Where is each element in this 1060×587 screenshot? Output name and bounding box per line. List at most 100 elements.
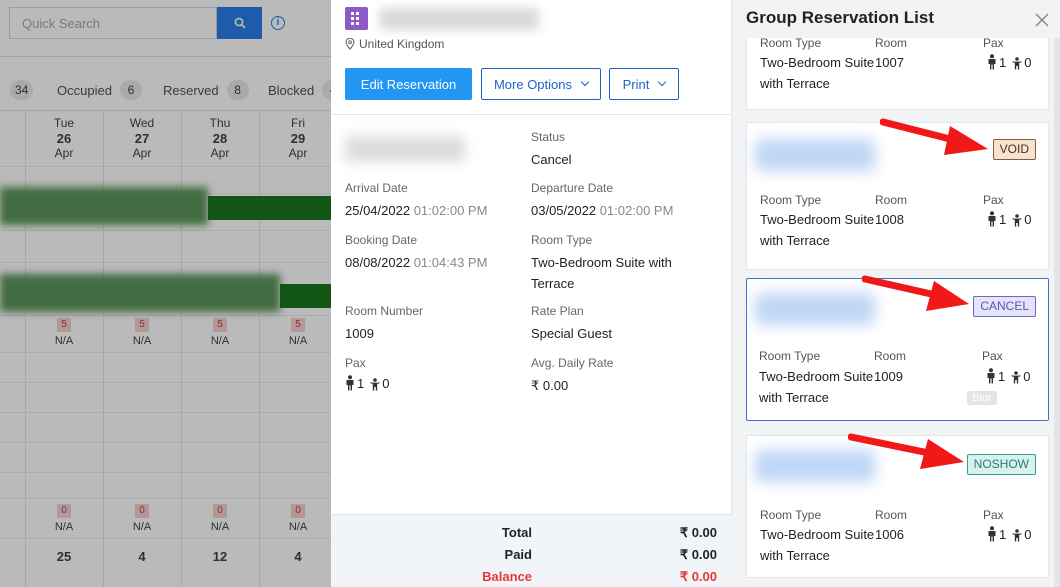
close-icon[interactable] <box>1035 13 1049 27</box>
adult-count: 1 <box>999 55 1007 70</box>
child-icon <box>1012 214 1022 227</box>
room-type-value: with Terrace <box>760 233 830 248</box>
child-icon <box>1011 371 1021 384</box>
booking-date: 08/08/2022 <box>345 255 411 270</box>
adult-icon <box>988 54 996 70</box>
total-label: Total <box>501 525 532 540</box>
room-type-label: Room Type <box>760 36 822 50</box>
chevron-down-icon <box>580 77 590 87</box>
child-count: 0 <box>1024 212 1032 227</box>
adult-count: 1 <box>999 527 1007 542</box>
adult-icon <box>987 368 995 384</box>
field-label: Booking Date <box>345 233 418 247</box>
child-icon <box>1012 57 1022 70</box>
child-count: 0 <box>382 376 390 391</box>
pax-row: 1 0 <box>987 526 1031 542</box>
child-count: 0 <box>1024 527 1032 542</box>
chevron-down-icon <box>658 77 667 87</box>
adult-icon <box>988 211 996 227</box>
edit-reservation-button[interactable]: Edit Reservation <box>345 68 472 100</box>
field-label: Avg. Daily Rate <box>531 356 614 370</box>
room-type-value: Terrace <box>531 276 575 291</box>
room-type-value: Two-Bedroom Suite <box>759 369 874 384</box>
more-options-button[interactable]: More Options <box>481 68 601 100</box>
print-button[interactable]: Print <box>609 68 679 100</box>
room-type-label: Room Type <box>760 508 822 522</box>
group-reservation-panel: Group Reservation List Room Type Room Pa… <box>732 0 1060 587</box>
room-type-value: with Terrace <box>760 548 830 563</box>
rate-plan-field: Rate Plan Special Guest <box>531 304 612 344</box>
departure-date: 03/05/2022 <box>531 203 597 218</box>
scrollbar[interactable] <box>1054 38 1060 587</box>
child-count: 0 <box>1024 55 1032 70</box>
room-type-value: Two-Bedroom Suite <box>760 212 875 227</box>
more-options-label: More Options <box>493 76 573 92</box>
room-number-field: Room Number 1009 <box>345 304 423 344</box>
location-text: United Kingdom <box>359 37 445 51</box>
group-reservation-card[interactable]: Room Type Room Pax Two-Bedroom Suite wit… <box>746 36 1049 110</box>
location-pin-icon <box>345 38 355 50</box>
room-label: Room <box>875 193 908 207</box>
total-value: ₹ 0.00 <box>679 525 717 540</box>
pax-label: Pax <box>983 36 1004 50</box>
status-field: Status Cancel <box>531 130 571 170</box>
red-arrow-annotation <box>862 275 969 311</box>
modal-overlay[interactable] <box>0 0 331 587</box>
field-label: Room Number <box>345 304 424 318</box>
blur-tag: Blur <box>967 391 997 405</box>
arrival-time: 01:02:00 PM <box>413 203 488 218</box>
panel-title: Group Reservation List <box>746 8 934 27</box>
guest-name-blurred <box>755 139 875 171</box>
room-type-value: Two-Bedroom Suite with <box>531 255 672 270</box>
field-label: Status <box>531 130 566 144</box>
field-label: Room Type <box>531 233 593 247</box>
room-number-value: 1009 <box>345 326 374 341</box>
pax-label: Pax <box>983 508 1004 522</box>
avg-daily-rate-field: Avg. Daily Rate ₹ 0.00 <box>531 356 613 396</box>
print-label: Print <box>622 76 650 92</box>
booking-time: 01:04:43 PM <box>413 255 488 270</box>
room-number: 1009 <box>874 369 903 384</box>
room-type-value: Two-Bedroom Suite <box>760 55 875 70</box>
red-arrow-annotation <box>880 118 988 155</box>
room-type-value: with Terrace <box>760 76 830 91</box>
field-label: Rate Plan <box>531 304 584 318</box>
adult-count: 1 <box>998 369 1006 384</box>
field-label: Departure Date <box>531 181 614 195</box>
adult-icon <box>346 375 354 391</box>
room-type-label: Room Type <box>759 349 821 363</box>
booking-date-field: Booking Date 08/08/2022 01:04:43 PM <box>345 233 487 273</box>
status-badge-cancel: CANCEL <box>973 296 1036 317</box>
location: United Kingdom <box>345 37 444 51</box>
payment-summary: Total ₹ 0.00 Paid ₹ 0.00 Balance ₹ 0.00 <box>331 514 732 587</box>
pax-label: Pax <box>983 193 1004 207</box>
room-label: Room <box>875 508 908 522</box>
pax-label: Pax <box>982 349 1003 363</box>
room-type-label: Room Type <box>760 193 822 207</box>
child-icon <box>370 378 380 391</box>
edit-reservation-label: Edit Reservation <box>360 76 457 92</box>
room-number: 1007 <box>875 55 904 70</box>
arrival-field: Arrival Date 25/04/2022 01:02:00 PM <box>345 181 487 221</box>
field-label: Arrival Date <box>345 181 408 195</box>
departure-field: Departure Date 03/05/2022 01:02:00 PM <box>531 181 673 221</box>
pax-field: Pax 1 0 <box>345 356 389 391</box>
paid-value: ₹ 0.00 <box>679 547 717 562</box>
status-badge-noshow: NOSHOW <box>966 454 1036 475</box>
field-label: Pax <box>345 356 366 370</box>
balance-label: Balance <box>482 569 532 584</box>
adult-count: 1 <box>999 212 1007 227</box>
balance-value: ₹ 0.00 <box>679 569 717 584</box>
room-label: Room <box>874 349 907 363</box>
room-label: Room <box>875 36 908 50</box>
paid-label: Paid <box>504 547 532 562</box>
room-type-field: Room Type Two-Bedroom Suite with Terrace <box>531 233 672 294</box>
adult-icon <box>988 526 996 542</box>
room-number: 1008 <box>875 212 904 227</box>
guest-name-blurred <box>379 8 539 30</box>
pax-row: 1 0 <box>987 211 1031 227</box>
departure-time: 01:02:00 PM <box>599 203 674 218</box>
pax-row: 1 0 <box>987 54 1031 70</box>
rate-plan-value: Special Guest <box>531 326 612 341</box>
reservation-detail-panel: United Kingdom Edit Reservation More Opt… <box>331 0 732 587</box>
